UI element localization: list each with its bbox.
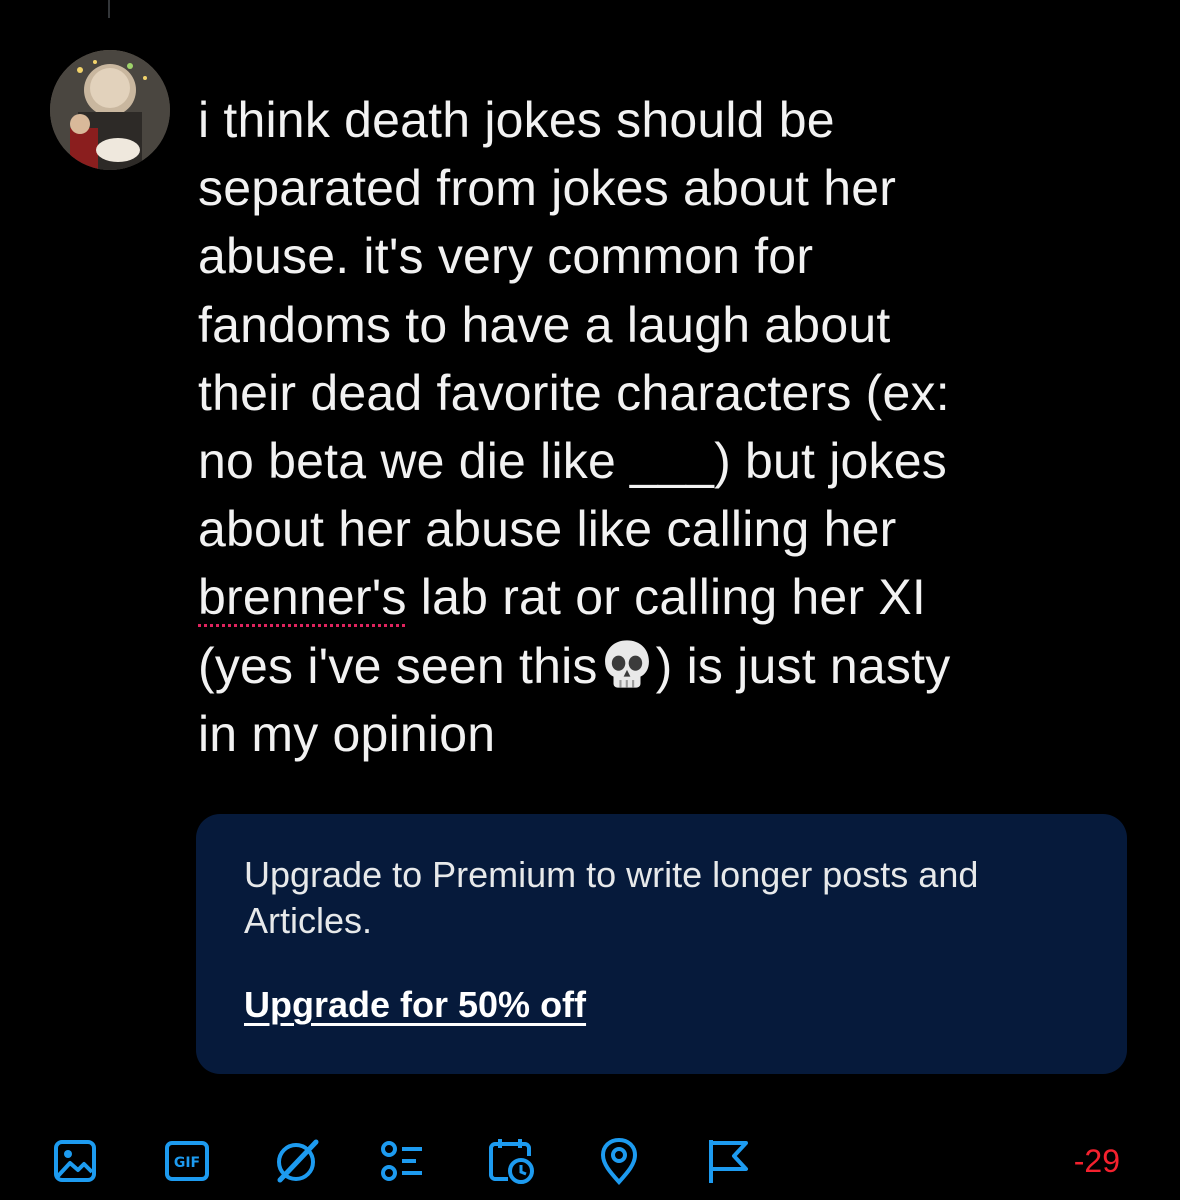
upgrade-link[interactable]: Upgrade for 50% off: [244, 982, 586, 1028]
misspelled-word[interactable]: brenner's: [198, 569, 407, 625]
location-icon[interactable]: [594, 1136, 644, 1186]
post-composer-textarea[interactable]: i think death jokes should be separated …: [198, 86, 1138, 768]
premium-upsell-card: Upgrade to Premium to write longer posts…: [196, 814, 1127, 1074]
flag-icon[interactable]: [702, 1136, 752, 1186]
avatar-image: [50, 50, 170, 170]
user-avatar[interactable]: [50, 50, 170, 170]
character-counter: -29: [1073, 1143, 1120, 1179]
grok-icon[interactable]: [272, 1136, 322, 1186]
premium-upsell-message: Upgrade to Premium to write longer posts…: [244, 854, 979, 941]
poll-icon[interactable]: [378, 1136, 428, 1186]
skull-emoji: [604, 640, 649, 688]
gif-icon-label: GIF: [174, 1155, 200, 1171]
image-icon[interactable]: [50, 1136, 100, 1186]
schedule-icon[interactable]: [486, 1136, 536, 1186]
gif-icon[interactable]: GIF: [162, 1136, 212, 1186]
composer-text-part-1: i think death jokes should be separated …: [198, 92, 950, 558]
thread-connector-line: [108, 0, 110, 18]
